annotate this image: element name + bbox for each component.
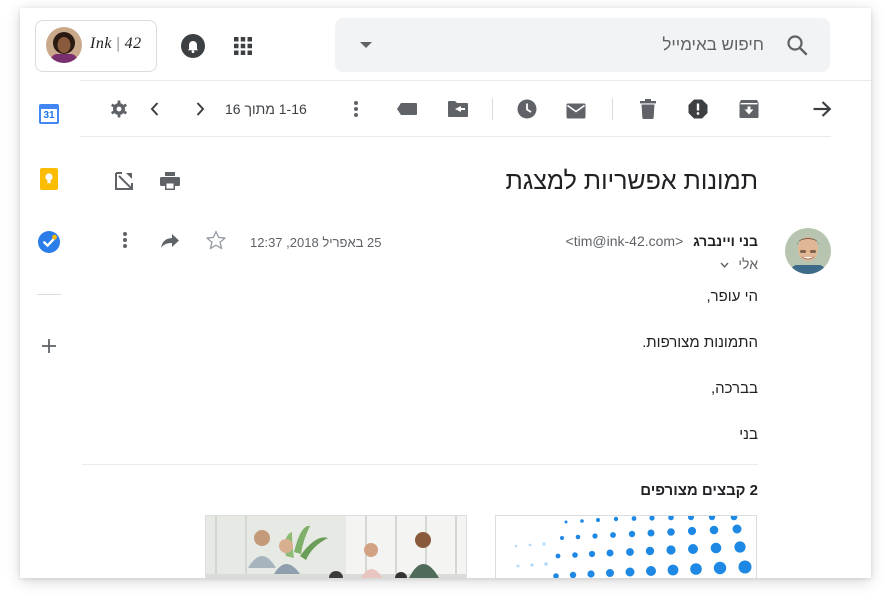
- attachment-thumbnail-dots-pattern[interactable]: [495, 515, 757, 578]
- tasks-app-icon[interactable]: [38, 231, 60, 253]
- calendar-app-icon[interactable]: 31: [39, 104, 59, 124]
- more-options-icon[interactable]: [352, 100, 360, 118]
- move-to-folder-icon[interactable]: [447, 100, 469, 118]
- search-icon[interactable]: [786, 34, 808, 56]
- chevron-down-icon[interactable]: [720, 262, 729, 269]
- attachments-divider: [82, 464, 758, 465]
- brand-name: Ink: [90, 35, 112, 52]
- toolbar-divider: [80, 136, 831, 137]
- apps-grid-icon[interactable]: [232, 35, 254, 57]
- calendar-day: 31: [43, 110, 55, 121]
- sender-name[interactable]: בני ויינברג: [693, 233, 758, 249]
- mail-window: Ink | 42 חיפוש באימייל 31 1-16 מתוך 16 ת…: [20, 8, 871, 578]
- attachment-thumbnail-office-photo[interactable]: [205, 515, 467, 578]
- print-icon[interactable]: [160, 172, 180, 190]
- search-input[interactable]: חיפוש באימייל: [662, 35, 764, 55]
- forward-arrow-icon[interactable]: [160, 233, 180, 249]
- message-more-options-icon[interactable]: [121, 231, 129, 249]
- sender-avatar[interactable]: [785, 228, 831, 274]
- report-spam-icon[interactable]: [688, 99, 708, 119]
- search-options-dropdown-icon[interactable]: [359, 40, 373, 50]
- snooze-clock-icon[interactable]: [517, 99, 537, 119]
- chevron-left-icon[interactable]: [149, 101, 161, 117]
- email-subject: תמונות אפשריות למצגת: [505, 167, 758, 195]
- page-count: 1-16 מתוך 16: [225, 101, 307, 117]
- account-switcher[interactable]: Ink | 42: [35, 20, 157, 72]
- message-date: 25 באפריל 2018, 12:37: [250, 235, 382, 250]
- brand-number: 42: [124, 35, 142, 52]
- notifications-icon[interactable]: [180, 33, 206, 59]
- search-bar[interactable]: חיפוש באימייל: [335, 18, 830, 72]
- sender-line: בני ויינברג <tim@ink-42.com>: [566, 233, 758, 249]
- keep-app-icon[interactable]: [40, 168, 58, 190]
- back-arrow-icon[interactable]: [812, 100, 832, 118]
- mark-unread-envelope-icon[interactable]: [566, 103, 586, 119]
- body-paragraph: בברכה,: [710, 380, 758, 397]
- star-icon[interactable]: [205, 230, 227, 250]
- rail-divider: [37, 294, 61, 295]
- body-paragraph: הי עופר,: [706, 288, 758, 305]
- body-paragraph: התמונות מצורפות.: [642, 334, 758, 351]
- recipient-name: אלי: [738, 256, 758, 272]
- recipient-line[interactable]: אלי: [720, 256, 758, 272]
- label-tag-icon[interactable]: [396, 102, 418, 116]
- settings-gear-icon[interactable]: [110, 100, 128, 118]
- brand-logo: Ink | 42: [90, 35, 142, 52]
- chevron-right-icon[interactable]: [194, 101, 206, 117]
- add-app-icon[interactable]: [41, 338, 57, 354]
- delete-trash-icon[interactable]: [640, 99, 656, 119]
- header-divider: [80, 80, 871, 81]
- open-new-window-icon[interactable]: [115, 172, 133, 190]
- sender-email: <tim@ink-42.com>: [565, 233, 684, 249]
- archive-icon[interactable]: [739, 99, 759, 119]
- account-avatar[interactable]: [46, 27, 82, 63]
- toolbar-separator: [492, 98, 493, 120]
- body-paragraph: בני: [739, 426, 758, 443]
- attachments-title: 2 קבצים מצורפים: [640, 482, 758, 499]
- toolbar-separator: [612, 98, 613, 120]
